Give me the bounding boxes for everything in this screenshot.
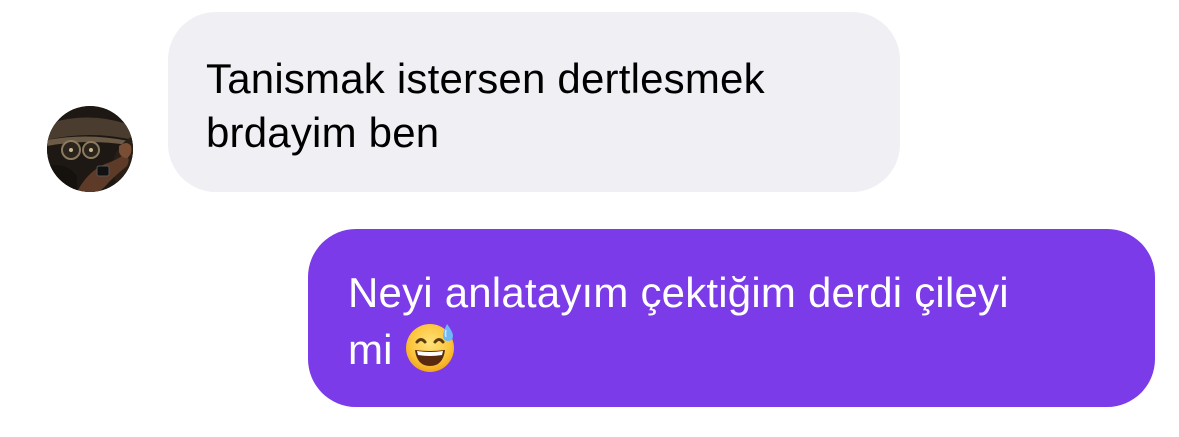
outgoing-message-bubble[interactable]: Neyi anlatayım çektiğim derdi çileyi mi	[308, 229, 1155, 407]
outgoing-message-line-2: mi	[348, 320, 1119, 387]
car-dashboard-photo-icon	[47, 106, 133, 192]
outgoing-message-line-text: mi	[348, 326, 393, 373]
incoming-message-line: brdayim ben	[206, 109, 440, 156]
outgoing-message-line: Neyi anlatayım çektiğim derdi çileyi	[348, 269, 1009, 316]
incoming-message-bubble[interactable]: Tanismak istersen dertlesmek brdayim ben	[168, 12, 900, 192]
incoming-message-line: Tanismak istersen dertlesmek	[206, 55, 765, 102]
sender-avatar[interactable]	[47, 106, 133, 192]
grinning-face-with-sweat-icon	[403, 320, 457, 387]
